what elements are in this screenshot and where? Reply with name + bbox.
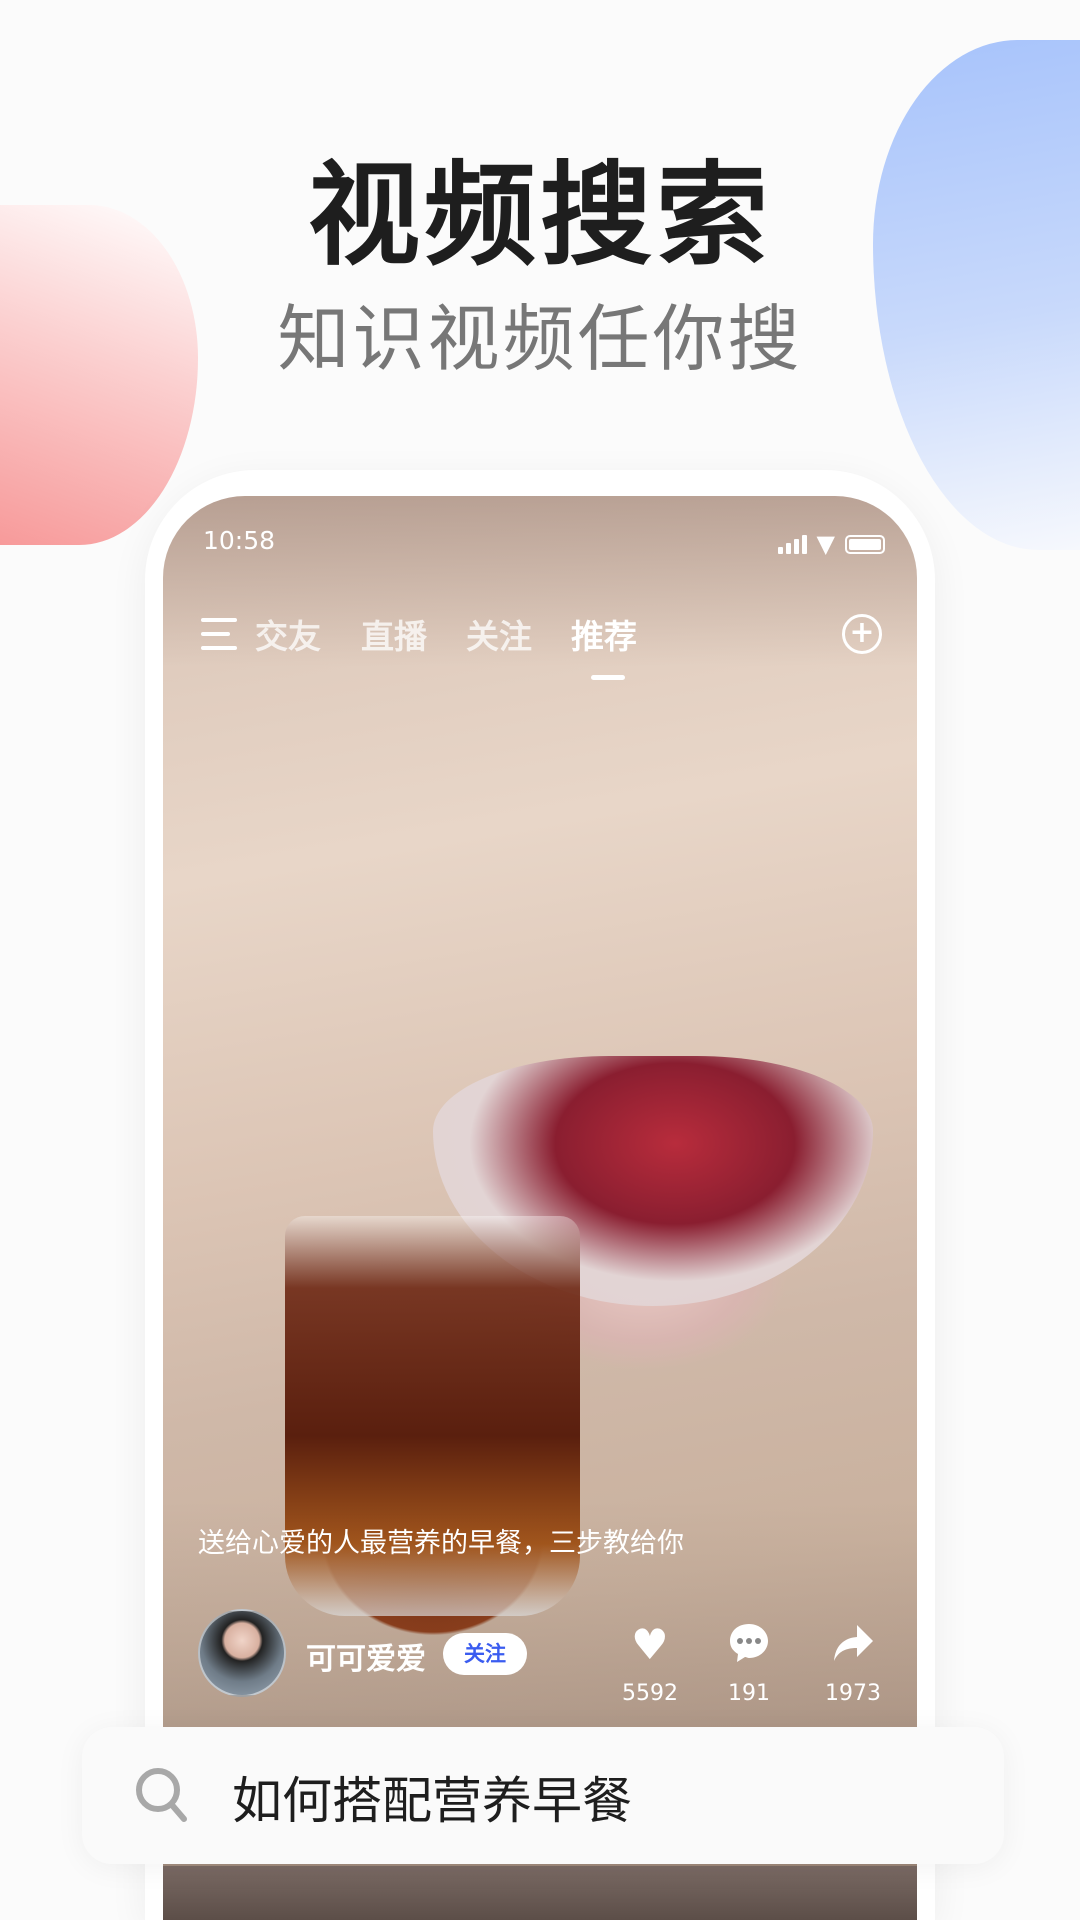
signal-icon bbox=[777, 534, 807, 554]
share-button[interactable]: 1973 bbox=[808, 1621, 898, 1706]
share-arrow-icon bbox=[808, 1621, 898, 1669]
search-icon bbox=[136, 1768, 187, 1822]
follow-button[interactable]: 关注 bbox=[443, 1633, 527, 1675]
tab-recommended[interactable]: 推荐 bbox=[571, 610, 637, 680]
status-time: 10:58 bbox=[203, 526, 276, 555]
comment-button[interactable]: 191 bbox=[704, 1621, 794, 1706]
search-query[interactable]: 如何搭配营养早餐 bbox=[232, 1761, 632, 1833]
phone-screen: 10:58 ▼ 交友 直播 关注 推荐 + 送给心爱的人最营养的早餐，三步教给你… bbox=[163, 496, 917, 1920]
author-name[interactable]: 可可爱爱 bbox=[306, 1634, 426, 1678]
status-icons: ▼ bbox=[777, 530, 885, 558]
menu-icon[interactable] bbox=[201, 618, 237, 660]
search-bar[interactable]: 如何搭配营养早餐 bbox=[82, 1727, 1004, 1864]
add-icon[interactable]: + bbox=[842, 614, 882, 654]
tab-following[interactable]: 关注 bbox=[466, 610, 532, 658]
comment-icon bbox=[704, 1621, 794, 1669]
heart-icon: ♥ bbox=[631, 1620, 669, 1669]
comment-count: 191 bbox=[728, 1681, 770, 1706]
share-count: 1973 bbox=[825, 1681, 881, 1706]
tab-friends[interactable]: 交友 bbox=[255, 610, 321, 658]
avatar[interactable] bbox=[198, 1609, 286, 1697]
tab-live[interactable]: 直播 bbox=[361, 610, 427, 658]
top-nav: 交友 直播 关注 推荐 + bbox=[163, 604, 917, 680]
video-caption: 送给心爱的人最营养的早餐，三步教给你 bbox=[198, 1528, 684, 1559]
like-button[interactable]: ♥ 5592 bbox=[605, 1620, 695, 1707]
hero-title: 视频搜索 bbox=[308, 151, 772, 281]
hero-subtitle: 知识视频任你搜 bbox=[277, 297, 803, 381]
wifi-icon: ▼ bbox=[816, 530, 835, 558]
next-video-preview bbox=[163, 1866, 917, 1920]
battery-icon bbox=[845, 534, 885, 554]
like-count: 5592 bbox=[622, 1681, 678, 1706]
